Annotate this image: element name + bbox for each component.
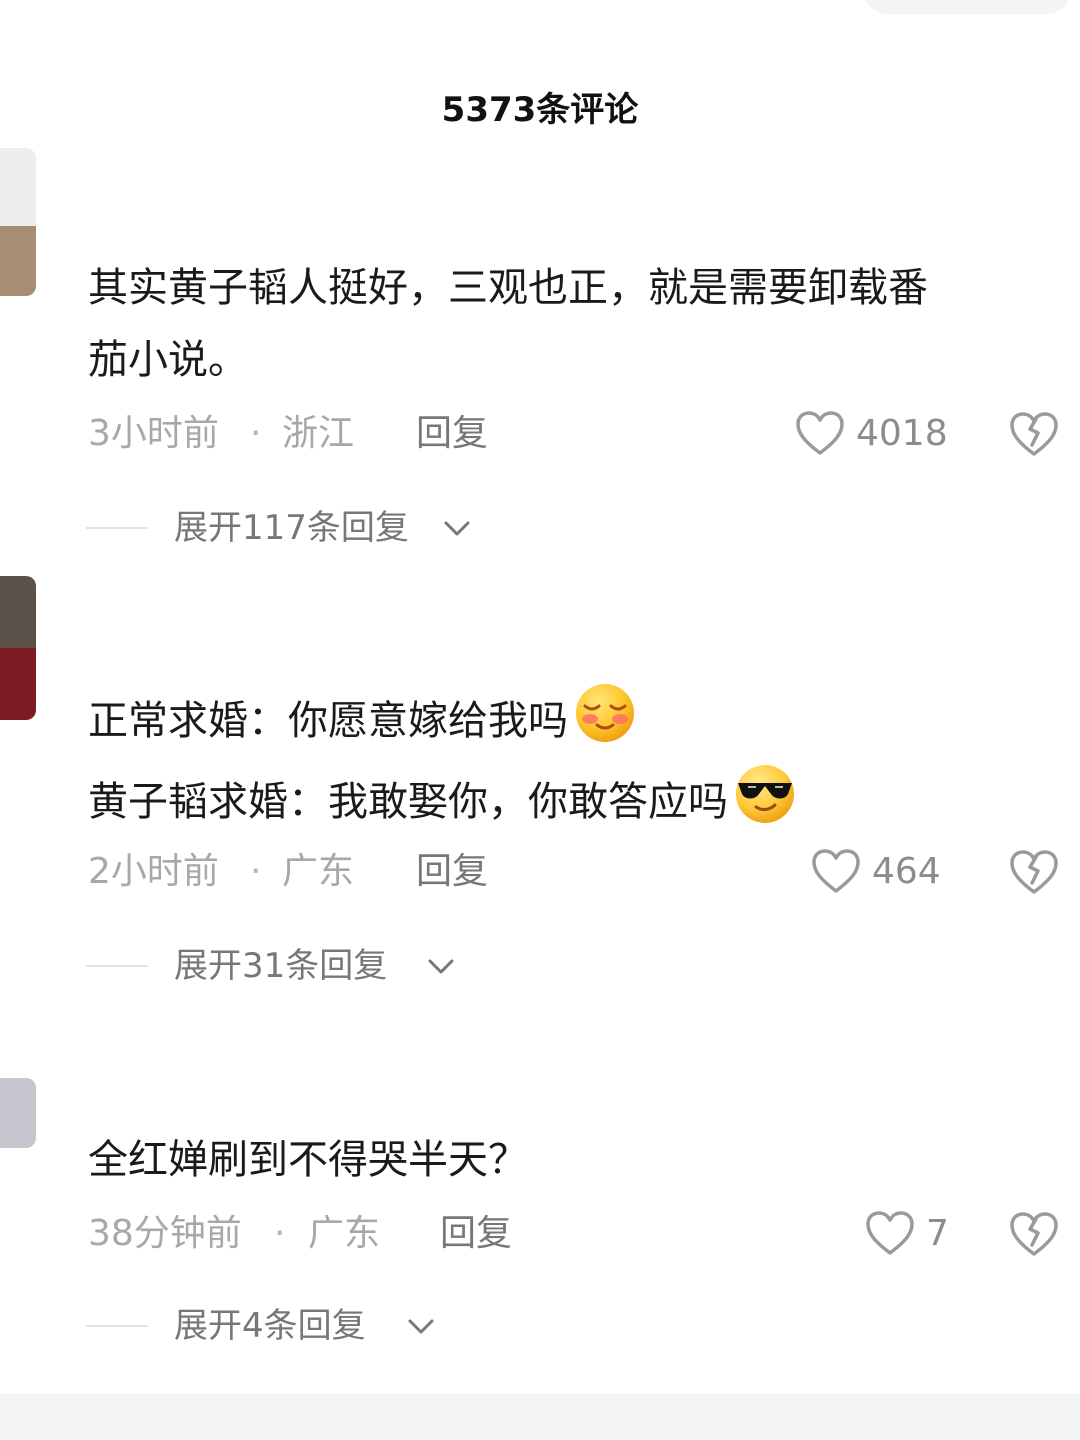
avatar-bottom-color — [0, 226, 36, 296]
comment-item: 全红婵刷到不得哭半天？ 38分钟前 · 广东 回复 7 展开4条回复 — [0, 1078, 1080, 1378]
comment-item: 正常求婚：你愿意嫁给我吗 黄子韬求婚：我敢娶你，你敢答应吗 2小时前 · 广东 … — [0, 576, 1080, 1006]
comment-meta: 2小时前 · 广东 回复 464 — [88, 842, 1068, 902]
comment-text: 全红婵刷到不得哭半天？ — [88, 1124, 1058, 1196]
comment-text-fragment: 黄子韬求婚：我敢娶你，你敢答应吗 — [88, 779, 728, 825]
reply-button[interactable]: 回复 — [416, 404, 488, 464]
expand-divider — [86, 965, 148, 967]
meta-separator: · — [250, 851, 262, 892]
comment-text: 正常求婚：你愿意嫁给我吗 黄子韬求婚：我敢娶你，你敢答应吗 — [88, 682, 1058, 838]
avatar[interactable] — [0, 1078, 36, 1148]
chevron-down-icon — [408, 1319, 434, 1334]
comment-item: 其实黄子韬人挺好，三观也正，就是需要卸载番 茄小说。 3小时前 · 浙江 回复 … — [0, 140, 1080, 560]
heart-icon — [812, 849, 860, 893]
comment-time: 3小时前 — [88, 413, 219, 454]
like-button[interactable]: 7 — [864, 1207, 949, 1261]
comment-meta: 3小时前 · 浙江 回复 4018 — [88, 404, 1068, 464]
comment-text: 其实黄子韬人挺好，三观也正，就是需要卸载番 茄小说。 — [88, 252, 1058, 396]
like-count: 7 — [926, 1213, 949, 1254]
comment-text-line: 正常求婚：你愿意嫁给我吗 — [88, 682, 1058, 757]
expand-replies-label: 展开4条回复 — [174, 1306, 366, 1346]
expand-replies-button[interactable]: 展开117条回复 — [86, 502, 506, 554]
avatar-top-color — [0, 576, 36, 648]
like-button[interactable]: 464 — [810, 845, 941, 899]
comment-meta: 38分钟前 · 广东 回复 7 — [88, 1204, 1068, 1264]
reply-button[interactable]: 回复 — [416, 842, 488, 902]
comment-text-line: 其实黄子韬人挺好，三观也正，就是需要卸载番 — [88, 265, 928, 311]
expand-replies-button[interactable]: 展开4条回复 — [86, 1300, 466, 1352]
like-count: 464 — [872, 851, 941, 892]
expand-divider — [86, 527, 148, 529]
avatar-top-color — [0, 148, 36, 226]
chevron-down-icon — [428, 959, 454, 974]
comment-location: 浙江 — [282, 413, 355, 454]
sunglasses-smile-emoji — [736, 765, 794, 823]
meta-separator: · — [250, 413, 262, 454]
reply-button[interactable]: 回复 — [440, 1204, 512, 1264]
comment-time: 2小时前 — [88, 851, 219, 892]
avatar-color — [0, 1078, 36, 1148]
comment-text-line: 全红婵刷到不得哭半天？ — [88, 1137, 528, 1183]
heart-icon — [796, 411, 844, 455]
comment-text-fragment: 正常求婚：你愿意嫁给我吗 — [88, 698, 568, 744]
expand-divider — [86, 1325, 148, 1327]
comment-time: 38分钟前 — [88, 1213, 242, 1254]
comment-location: 广东 — [308, 1213, 381, 1254]
avatar-bottom-color — [0, 648, 36, 720]
chevron-down-icon — [444, 521, 470, 536]
like-count: 4018 — [856, 413, 948, 454]
comments-page: 5373条评论 其实黄子韬人挺好，三观也正，就是需要卸载番 茄小说。 3小时前 … — [0, 0, 1080, 1440]
comment-text-line: 黄子韬求婚：我敢娶你，你敢答应吗 — [88, 763, 1058, 838]
expand-replies-button[interactable]: 展开31条回复 — [86, 940, 486, 992]
broken-heart-icon[interactable] — [1008, 1209, 1060, 1261]
comment-text-line: 茄小说。 — [88, 337, 248, 383]
bottom-input-area — [0, 1394, 1080, 1440]
comment-count-title: 5373条评论 — [441, 90, 639, 130]
expand-replies-label: 展开31条回复 — [174, 946, 388, 986]
comment-location: 广东 — [282, 851, 355, 892]
avatar[interactable] — [0, 576, 36, 720]
top-right-control-shape — [862, 0, 1072, 14]
expand-replies-label: 展开117条回复 — [174, 508, 409, 548]
meta-separator: · — [274, 1213, 286, 1254]
blushing-smile-emoji — [576, 684, 634, 742]
avatar[interactable] — [0, 148, 36, 296]
heart-icon — [866, 1211, 914, 1255]
broken-heart-icon[interactable] — [1008, 847, 1060, 899]
broken-heart-icon[interactable] — [1008, 409, 1060, 461]
like-button[interactable]: 4018 — [794, 407, 948, 461]
